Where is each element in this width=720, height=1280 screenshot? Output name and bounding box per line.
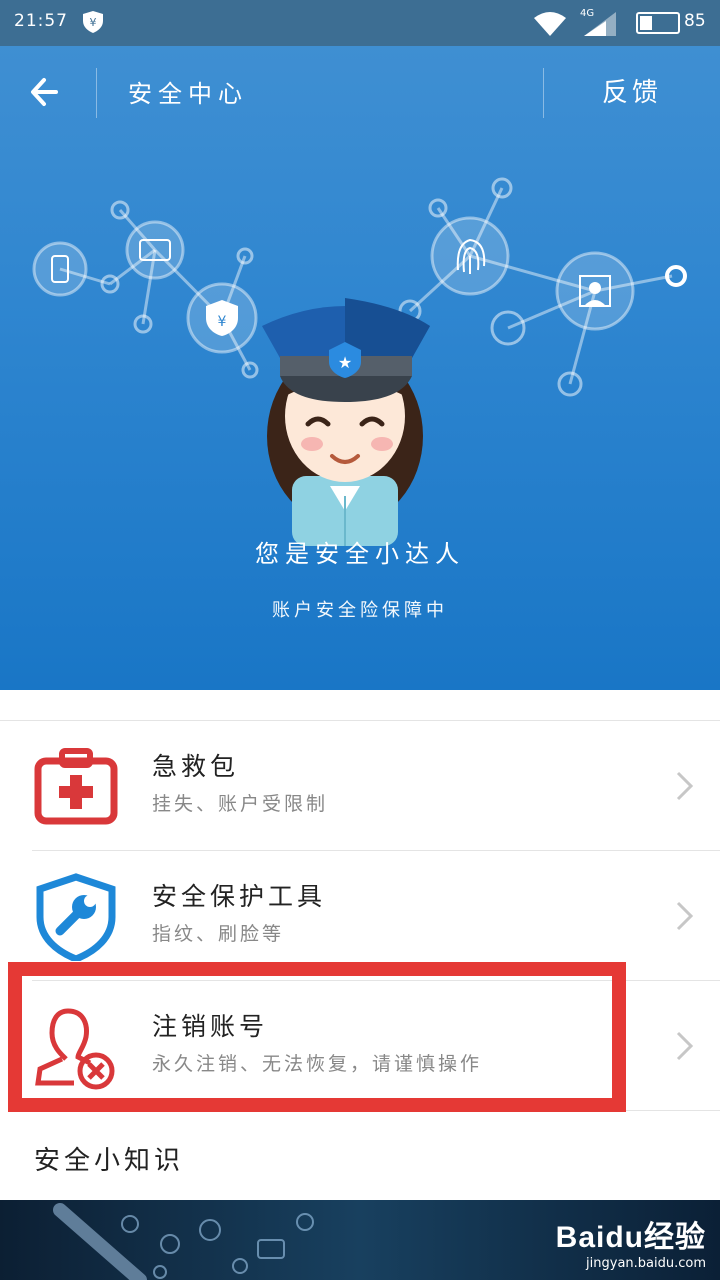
svg-text:¥: ¥ [90,16,97,29]
list-item-subtitle: 指纹、刷脸等 [152,923,285,945]
header-divider [96,68,97,118]
highlight-annotation [8,962,626,1112]
battery-level: 85 [684,11,706,31]
hero-banner: 安全中心 反馈 ¥ ★ 您是安全小达人 账户安全险保障中 [0,46,720,690]
hero-title: 您是安全小达人 [255,540,465,568]
list-item-title: 安全保护工具 [152,882,327,911]
svg-text:★: ★ [338,353,352,372]
first-aid-kit-icon [34,748,118,825]
watermark-url: jingyan.baidu.com [586,1256,706,1271]
battery-icon [636,12,680,34]
status-time: 21:57 [14,11,68,31]
watermark-logo: Baidu经验 [555,1221,706,1254]
svg-text:¥: ¥ [218,314,227,330]
chevron-right-icon [676,901,694,931]
wallet-shield-icon: ¥ [83,11,103,33]
hero-subtitle: 账户安全险保障中 [272,600,448,621]
battery-fill [640,16,652,30]
status-bar: 21:57 ¥ 4G 85 [0,0,720,46]
chevron-right-icon [676,1031,694,1061]
back-arrow-icon[interactable] [26,70,70,114]
chevron-right-icon [676,771,694,801]
baidu-jingyan-watermark: Baidu经验 jingyan.baidu.com [536,1212,706,1271]
list-item-title: 急救包 [152,752,240,781]
signal-icon [584,12,616,36]
feedback-button[interactable]: 反馈 [602,72,662,109]
shield-wrench-icon [36,873,116,961]
security-illustration: ¥ ★ [32,177,687,546]
section-title-knowledge: 安全小知识 [34,1146,185,1176]
header-divider [543,68,544,118]
list-item-subtitle: 挂失、账户受限制 [152,793,329,815]
page-title: 安全中心 [128,80,248,108]
wifi-icon [534,12,566,36]
list-item-first-aid[interactable]: 急救包 挂失、账户受限制 [0,721,720,851]
